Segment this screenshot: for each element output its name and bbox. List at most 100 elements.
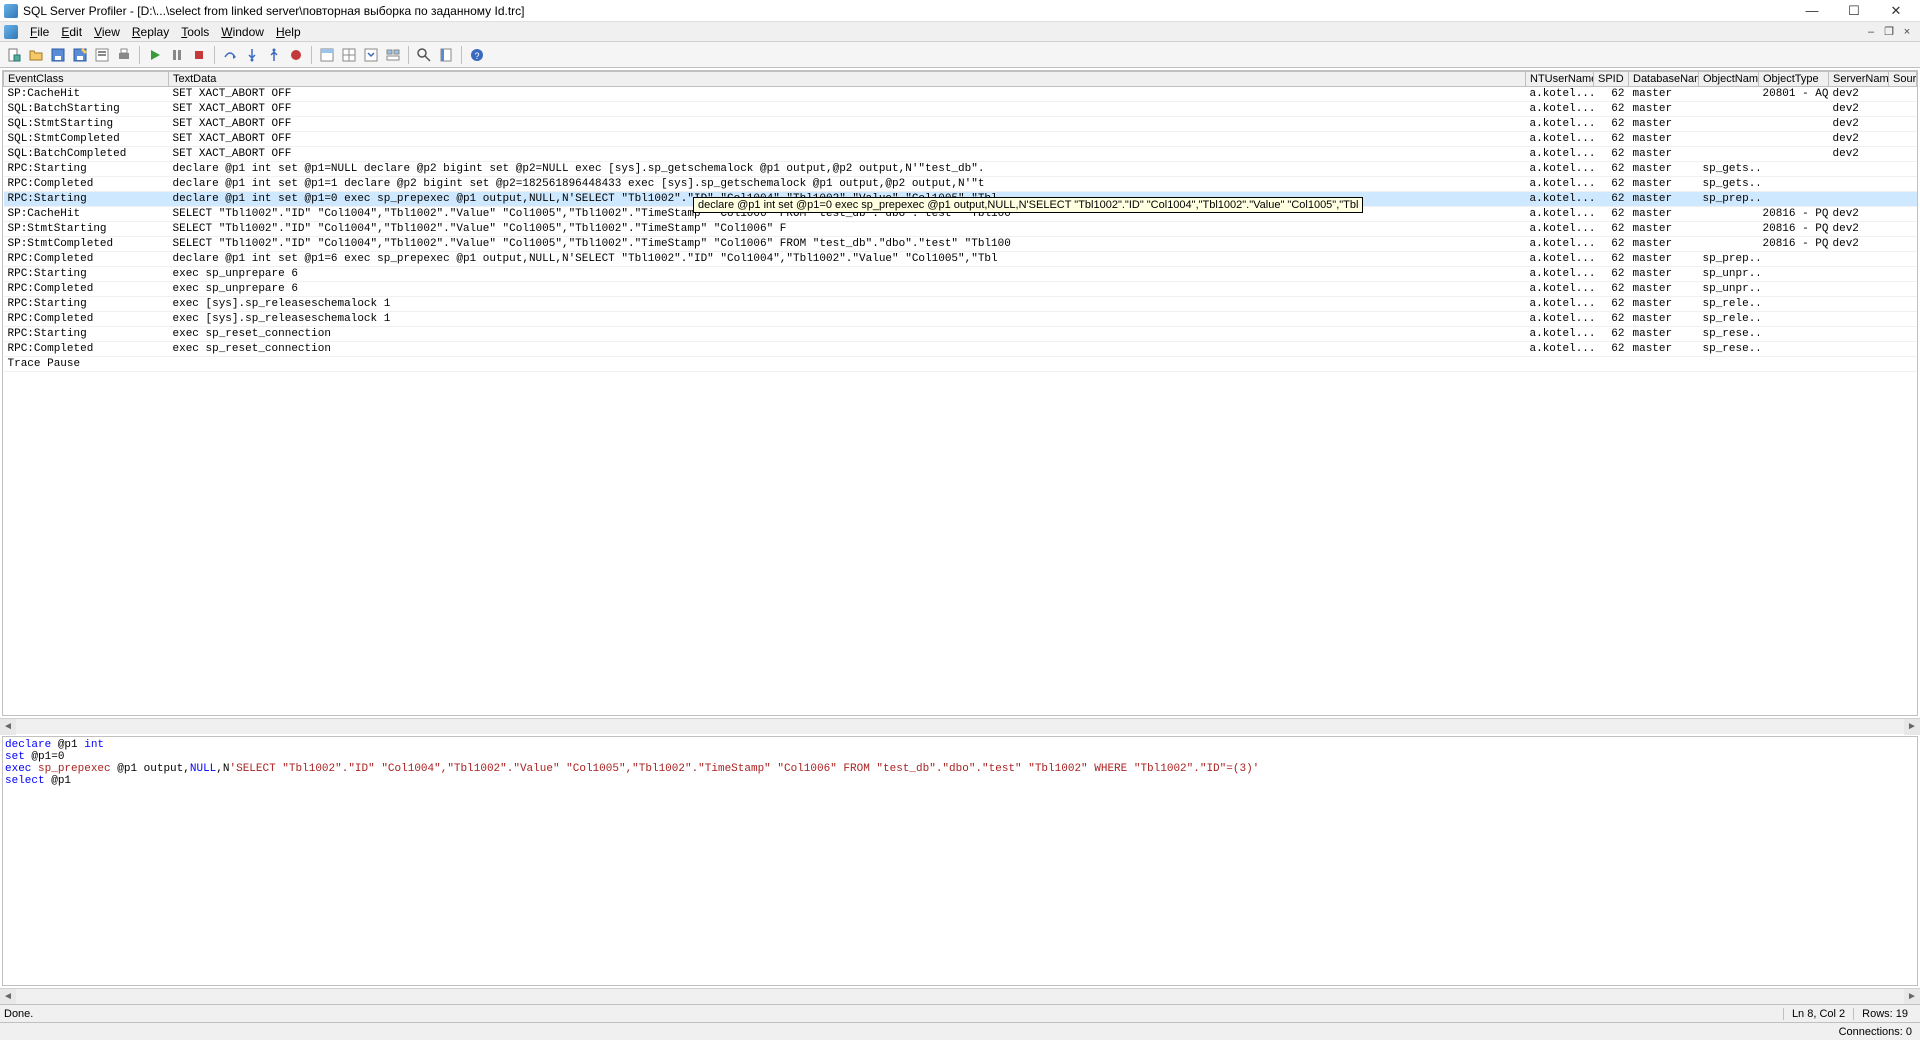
cell-ntusername: a.kotel... (1526, 252, 1594, 267)
cell-databasename: master (1629, 297, 1699, 312)
cell-source (1889, 192, 1917, 207)
column-objectname[interactable]: ObjectName (1699, 72, 1759, 87)
cell-spid: 62 (1594, 267, 1629, 282)
breakpoint-button[interactable] (286, 45, 306, 65)
table-row[interactable]: SP:CacheHitSELECT "Tbl1002"."ID" "Col100… (4, 207, 1917, 222)
toggle-autoscroll-button[interactable] (361, 45, 381, 65)
cell-objectname (1699, 237, 1759, 252)
stop-button[interactable] (189, 45, 209, 65)
cell-objectname: sp_gets... (1699, 177, 1759, 192)
menu-view[interactable]: View (88, 23, 126, 41)
step-out-button[interactable] (264, 45, 284, 65)
scroll-right-icon[interactable]: ► (1904, 719, 1920, 735)
open-button[interactable] (26, 45, 46, 65)
cell-source (1889, 237, 1917, 252)
cell-objectname (1699, 207, 1759, 222)
column-databasename[interactable]: DatabaseName (1629, 72, 1699, 87)
statusbar: Done. Ln 8, Col 2 Rows: 19 (0, 1004, 1920, 1022)
cell-spid: 62 (1594, 282, 1629, 297)
cell-eventclass: SQL:StmtStarting (4, 117, 169, 132)
cell-objecttype (1759, 162, 1829, 177)
table-row[interactable]: SQL:BatchStartingSET XACT_ABORT OFFa.kot… (4, 102, 1917, 117)
save-button[interactable] (48, 45, 68, 65)
detail-pane[interactable]: declare @p1 int set set @p1@p1=0 exec sp… (2, 736, 1918, 986)
cell-ntusername: a.kotel... (1526, 282, 1594, 297)
window-restore-button[interactable]: ☐ (1834, 1, 1874, 21)
properties-button[interactable] (92, 45, 112, 65)
detail-horizontal-scrollbar[interactable]: ◄ ► (0, 988, 1920, 1004)
table-row[interactable]: SP:CacheHitSET XACT_ABORT OFFa.kotel...6… (4, 87, 1917, 102)
cell-spid: 62 (1594, 312, 1629, 327)
table-row[interactable]: SQL:StmtCompletedSET XACT_ABORT OFFa.kot… (4, 132, 1917, 147)
save-as-button[interactable] (70, 45, 90, 65)
find-button[interactable] (414, 45, 434, 65)
toggle-summary-button[interactable] (317, 45, 337, 65)
table-row[interactable]: RPC:Startingexec sp_unprepare 6a.kotel..… (4, 267, 1917, 282)
table-row[interactable]: Trace Pause (4, 357, 1917, 372)
menu-edit[interactable]: Edit (55, 23, 88, 41)
cell-textdata: exec [sys].sp_releaseschemalock 1 (169, 297, 1526, 312)
cell-textdata: exec sp_reset_connection (169, 342, 1526, 357)
menu-window[interactable]: Window (215, 23, 270, 41)
table-row[interactable]: RPC:Completedexec sp_unprepare 6a.kotel.… (4, 282, 1917, 297)
grid-horizontal-scrollbar[interactable]: ◄ ► (0, 718, 1920, 734)
mdi-minimize-button[interactable]: – (1862, 24, 1880, 40)
cell-eventclass: SP:CacheHit (4, 87, 169, 102)
column-spid[interactable]: SPID (1594, 72, 1629, 87)
cell-objectname: sp_gets... (1699, 162, 1759, 177)
table-row[interactable]: RPC:Startingexec [sys].sp_releaseschemal… (4, 297, 1917, 312)
table-row[interactable]: SP:StmtCompletedSELECT "Tbl1002"."ID" "C… (4, 237, 1917, 252)
table-row[interactable]: SQL:StmtStartingSET XACT_ABORT OFFa.kote… (4, 117, 1917, 132)
column-ntusername[interactable]: NTUserName (1526, 72, 1594, 87)
print-button[interactable] (114, 45, 134, 65)
menu-tools[interactable]: Tools (175, 23, 215, 41)
table-row[interactable]: SQL:BatchCompletedSET XACT_ABORT OFFa.ko… (4, 147, 1917, 162)
step-into-button[interactable] (242, 45, 262, 65)
table-row[interactable]: SP:StmtStartingSELECT "Tbl1002"."ID" "Co… (4, 222, 1917, 237)
cell-ntusername: a.kotel... (1526, 222, 1594, 237)
trace-grid[interactable]: EventClassTextDataNTUserNameSPIDDatabase… (2, 70, 1918, 716)
table-row[interactable]: RPC:Completeddeclare @p1 int set @p1=6 e… (4, 252, 1917, 267)
table-row[interactable]: RPC:Startingexec sp_reset_connectiona.ko… (4, 327, 1917, 342)
scroll-left-icon[interactable]: ◄ (0, 989, 16, 1005)
step-over-button[interactable] (220, 45, 240, 65)
cell-databasename: master (1629, 207, 1699, 222)
table-row[interactable]: RPC:Startingdeclare @p1 int set @p1=NULL… (4, 162, 1917, 177)
cell-databasename: master (1629, 252, 1699, 267)
scroll-right-icon[interactable]: ► (1904, 989, 1920, 1005)
run-button[interactable] (145, 45, 165, 65)
mdi-close-button[interactable]: × (1898, 24, 1916, 40)
cell-objecttype (1759, 342, 1829, 357)
mdi-restore-button[interactable]: ❐ (1880, 24, 1898, 40)
column-objecttype[interactable]: ObjectType (1759, 72, 1829, 87)
pause-button[interactable] (167, 45, 187, 65)
column-servername[interactable]: ServerName (1829, 72, 1889, 87)
cell-databasename: master (1629, 102, 1699, 117)
help-button[interactable]: ? (467, 45, 487, 65)
table-row[interactable]: RPC:Startingdeclare @p1 int set @p1=0 ex… (4, 192, 1917, 207)
new-trace-button[interactable] (4, 45, 24, 65)
toggle-grouped-button[interactable] (383, 45, 403, 65)
cell-eventclass: SP:StmtCompleted (4, 237, 169, 252)
bookmark-button[interactable] (436, 45, 456, 65)
window-minimize-button[interactable]: — (1792, 1, 1832, 21)
table-row[interactable]: RPC:Completedexec [sys].sp_releaseschema… (4, 312, 1917, 327)
cell-textdata: exec sp_reset_connection (169, 327, 1526, 342)
table-row[interactable]: RPC:Completedexec sp_reset_connectiona.k… (4, 342, 1917, 357)
menu-help[interactable]: Help (270, 23, 307, 41)
toggle-grid-button[interactable] (339, 45, 359, 65)
table-row[interactable]: RPC:Completeddeclare @p1 int set @p1=1 d… (4, 177, 1917, 192)
menu-file[interactable]: File (24, 23, 55, 41)
cell-servername (1829, 297, 1889, 312)
window-close-button[interactable]: ✕ (1876, 1, 1916, 21)
column-source[interactable]: Sour (1889, 72, 1917, 87)
cell-eventclass: RPC:Completed (4, 177, 169, 192)
cell-objectname: sp_unpr... (1699, 282, 1759, 297)
cell-objecttype (1759, 177, 1829, 192)
column-textdata[interactable]: TextData (169, 72, 1526, 87)
menu-replay[interactable]: Replay (126, 23, 175, 41)
cell-objecttype: 20801 - AQ (1759, 87, 1829, 102)
scroll-left-icon[interactable]: ◄ (0, 719, 16, 735)
column-eventclass[interactable]: EventClass (4, 72, 169, 87)
cell-source (1889, 102, 1917, 117)
